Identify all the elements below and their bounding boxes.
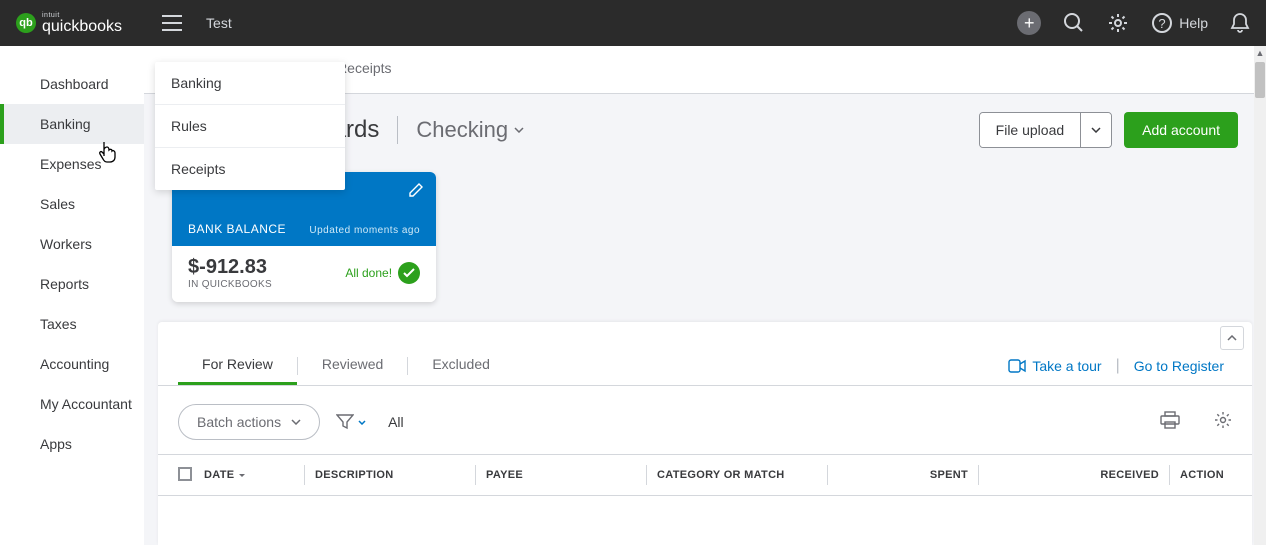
sidebar-item-apps[interactable]: Apps (0, 424, 144, 464)
take-a-tour-label: Take a tour (1032, 358, 1101, 374)
vertical-scrollbar[interactable]: ▲ (1254, 46, 1266, 545)
column-header-description[interactable]: DESCRIPTION (315, 469, 465, 481)
flyout-item-receipts[interactable]: Receipts (155, 148, 345, 190)
column-header-action: ACTION (1180, 469, 1232, 481)
gear-icon[interactable] (1107, 12, 1129, 34)
go-to-register-link[interactable]: Go to Register (1134, 358, 1224, 374)
help-label: Help (1179, 15, 1208, 31)
sidebar-item-reports[interactable]: Reports (0, 264, 144, 304)
tab-reviewed[interactable]: Reviewed (298, 346, 407, 385)
review-tab-bar: For Review Reviewed Excluded Take a tour… (158, 322, 1252, 386)
batch-actions-button[interactable]: Batch actions (178, 404, 320, 440)
account-selector-label: Checking (416, 117, 508, 143)
flyout-item-banking[interactable]: Banking (155, 62, 345, 105)
help-icon: ? (1151, 12, 1173, 34)
pencil-icon (408, 182, 424, 198)
caret-down-icon (514, 127, 524, 133)
caret-down-icon (358, 420, 366, 425)
balance-sublabel: IN QUICKBOOKS (188, 279, 345, 290)
sidebar-item-banking[interactable]: Banking (0, 104, 144, 144)
table-header-row: DATE DESCRIPTION PAYEE CATEGORY OR MATCH… (158, 454, 1252, 496)
hamburger-menu-icon[interactable] (162, 15, 182, 31)
add-new-button[interactable]: + (1017, 11, 1041, 35)
search-icon[interactable] (1063, 12, 1085, 34)
scroll-up-icon: ▲ (1254, 46, 1266, 60)
collapse-panel-button[interactable] (1220, 326, 1244, 350)
column-header-received[interactable]: RECEIVED (989, 469, 1159, 481)
funnel-icon (336, 414, 354, 430)
company-name[interactable]: Test (206, 15, 232, 31)
edit-account-button[interactable] (408, 182, 424, 203)
sidebar-item-dashboard[interactable]: Dashboard (0, 64, 144, 104)
sidebar-item-expenses[interactable]: Expenses (0, 144, 144, 184)
sidebar-item-sales[interactable]: Sales (0, 184, 144, 224)
updated-text: Updated moments ago (309, 225, 420, 236)
svg-text:?: ? (1159, 16, 1166, 31)
account-selector[interactable]: Checking (416, 117, 524, 143)
plus-icon: + (1017, 11, 1041, 35)
caret-down-icon (1091, 127, 1101, 133)
file-upload-button-group: File upload (979, 112, 1113, 148)
select-all-checkbox[interactable] (178, 467, 204, 484)
all-done-text: All done! (345, 266, 392, 280)
transactions-panel: For Review Reviewed Excluded Take a tour… (158, 322, 1252, 545)
filter-all-label: All (388, 414, 404, 430)
separator (397, 116, 398, 144)
settings-icon[interactable] (1214, 411, 1232, 434)
video-icon (1008, 359, 1026, 373)
add-account-button[interactable]: Add account (1124, 112, 1238, 148)
flyout-item-rules[interactable]: Rules (155, 105, 345, 148)
logo-badge-icon: qb (16, 13, 36, 33)
balance-amount: $-912.83 (188, 256, 345, 279)
file-upload-button[interactable]: File upload (980, 113, 1081, 147)
sidebar-item-workers[interactable]: Workers (0, 224, 144, 264)
column-header-date[interactable]: DATE (204, 469, 294, 481)
column-header-spent[interactable]: SPENT (838, 469, 968, 481)
sort-desc-icon (238, 473, 246, 478)
scrollbar-thumb[interactable] (1255, 62, 1265, 98)
filter-button[interactable] (336, 414, 366, 430)
account-card[interactable]: BANK BALANCE Updated moments ago $-912.8… (172, 172, 436, 302)
sidebar-item-taxes[interactable]: Taxes (0, 304, 144, 344)
sidebar-item-my-accountant[interactable]: My Accountant (0, 384, 144, 424)
caret-down-icon (291, 419, 301, 425)
file-upload-dropdown[interactable] (1080, 113, 1111, 147)
filter-row: Batch actions All (158, 386, 1252, 454)
logo-quickbooks-text: quickbooks (42, 19, 122, 35)
banking-flyout-menu: Banking Rules Receipts (155, 62, 345, 190)
help-button[interactable]: ? Help (1151, 12, 1208, 34)
column-header-payee[interactable]: PAYEE (486, 469, 636, 481)
bank-balance-label: BANK BALANCE (188, 222, 286, 236)
bell-icon[interactable] (1230, 12, 1250, 34)
sidebar-item-accounting[interactable]: Accounting (0, 344, 144, 384)
tab-excluded[interactable]: Excluded (408, 346, 514, 385)
sidebar: Dashboard Banking Expenses Sales Workers… (0, 46, 144, 545)
logo[interactable]: qb intuit quickbooks (16, 12, 122, 35)
take-a-tour-link[interactable]: Take a tour (1008, 358, 1101, 374)
column-header-category[interactable]: CATEGORY OR MATCH (657, 469, 817, 481)
chevron-up-icon (1227, 335, 1237, 341)
top-bar: qb intuit quickbooks Test + ? Help (0, 0, 1266, 46)
check-icon (398, 262, 420, 284)
print-icon[interactable] (1160, 411, 1180, 434)
batch-actions-label: Batch actions (197, 414, 281, 430)
tab-for-review[interactable]: For Review (178, 346, 297, 385)
separator: | (1116, 357, 1120, 375)
